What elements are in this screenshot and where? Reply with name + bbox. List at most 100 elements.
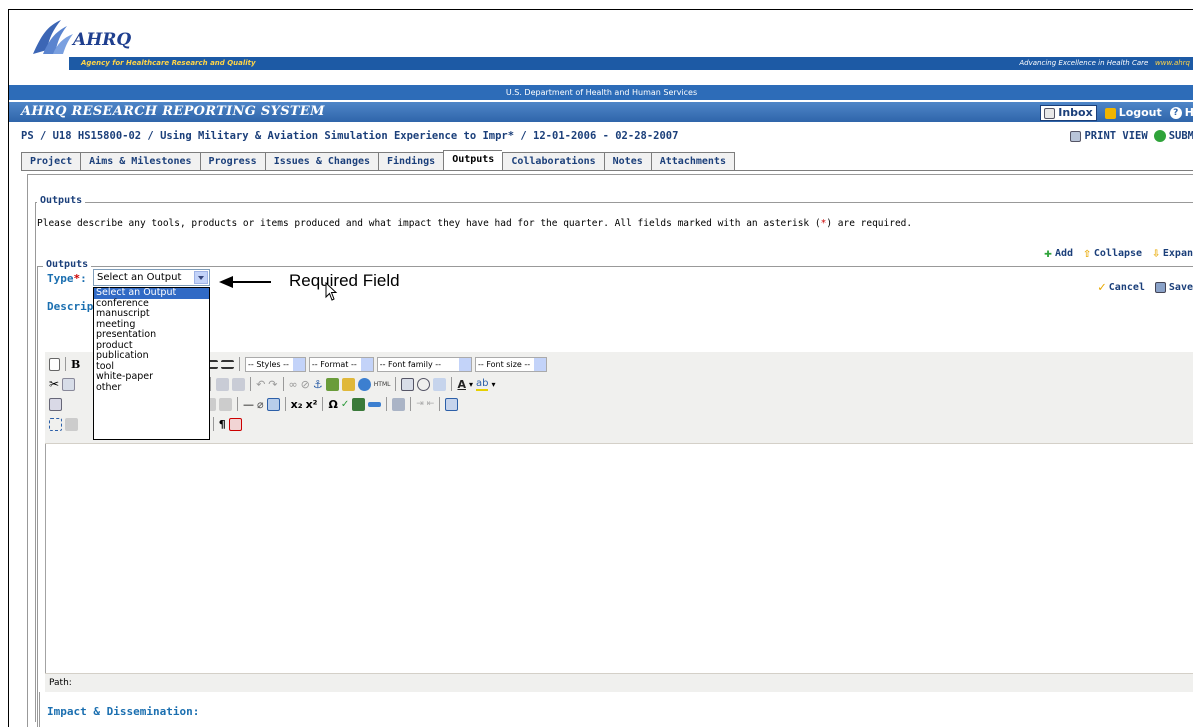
tab-progress[interactable]: Progress	[199, 152, 265, 171]
output-form-legend: Outputs	[43, 259, 92, 270]
add-button[interactable]: ✚ Add	[1044, 246, 1073, 261]
page-break-icon[interactable]	[368, 401, 382, 407]
link-icon[interactable]: ∞	[289, 378, 298, 391]
toolbar-separator	[410, 397, 412, 411]
help-link[interactable]: ? H	[1169, 103, 1193, 123]
tab-issues-changes[interactable]: Issues & Changes	[264, 152, 379, 171]
select-all-icon[interactable]	[49, 417, 62, 431]
highlight-color-icon[interactable]: ab	[476, 378, 489, 391]
superscript-icon[interactable]: x²	[306, 398, 318, 411]
layer-icon[interactable]	[65, 417, 78, 431]
type-select[interactable]: Select an Output	[93, 269, 210, 286]
tagline-url[interactable]: www.ahrq	[1155, 59, 1190, 67]
font-size-select[interactable]: -- Font size --	[475, 356, 548, 372]
output-form-legend-line	[37, 266, 1193, 267]
agency-name: Agency for Healthcare Research and Quali…	[81, 59, 256, 67]
toolbar-separator	[439, 397, 441, 411]
print-view-label: PRINT VIEW	[1084, 130, 1148, 142]
insert-date-icon[interactable]	[401, 377, 415, 391]
image-icon[interactable]	[325, 377, 339, 391]
expand-button[interactable]: ⇩ Expan	[1152, 246, 1193, 261]
collapse-button[interactable]: ⇧ Collapse	[1083, 246, 1142, 261]
anchor-icon[interactable]: ⚓	[313, 378, 323, 391]
print-view-link[interactable]: PRINT VIEW	[1070, 126, 1148, 146]
logout-link[interactable]: Logout	[1104, 103, 1162, 123]
indent-icon[interactable]	[232, 377, 246, 391]
tab-project[interactable]: Project	[21, 152, 81, 171]
table-icon[interactable]	[266, 397, 280, 411]
help-label: H	[1185, 103, 1193, 123]
toolbar-separator	[322, 397, 324, 411]
tab-collaborations[interactable]: Collaborations	[502, 152, 604, 171]
submit-link[interactable]: SUBM	[1153, 126, 1193, 146]
type-dropdown-list: Select an Output conference manuscript m…	[93, 287, 210, 440]
ltr-icon[interactable]: ⇥	[416, 399, 424, 409]
new-document-icon[interactable]	[49, 357, 60, 371]
table-col-icon[interactable]	[219, 397, 233, 411]
copy-icon[interactable]	[62, 377, 76, 391]
outdent-icon[interactable]	[216, 377, 230, 391]
align-justify-icon[interactable]	[221, 359, 234, 369]
dropdown-option[interactable]: publication	[94, 350, 209, 362]
format-select[interactable]: -- Format --	[308, 356, 374, 372]
tab-outputs[interactable]: Outputs	[443, 150, 503, 171]
spellcheck-icon[interactable]: ✓	[341, 399, 349, 410]
mouse-cursor-icon	[325, 282, 338, 301]
type-label: Type*:	[47, 272, 87, 285]
redo-icon[interactable]: ↷	[268, 378, 277, 391]
toolbar-row-1-left: B	[49, 355, 80, 373]
tab-findings[interactable]: Findings	[378, 152, 444, 171]
media-icon[interactable]	[352, 397, 366, 411]
annotation-arrow-line	[223, 281, 271, 283]
dropdown-option[interactable]: Select an Output	[94, 287, 209, 299]
instructions-pre: Please describe any tools, products or i…	[37, 218, 821, 229]
preview-icon[interactable]	[433, 377, 447, 391]
tab-attachments[interactable]: Attachments	[650, 152, 735, 171]
eraser-icon[interactable]: ⌀	[257, 398, 264, 411]
font-family-select[interactable]: -- Font family --	[376, 356, 473, 372]
pilcrow-icon[interactable]: ¶	[219, 418, 226, 431]
font-color-icon[interactable]: A	[457, 378, 466, 391]
unlink-icon[interactable]: ⊘	[301, 378, 310, 391]
toolbar-separator	[212, 417, 214, 431]
editor-toolbar: -- Styles -- -- Format -- -- Font family…	[45, 352, 1193, 444]
type-label-text: Type	[47, 272, 74, 285]
chevron-down-icon[interactable]	[194, 271, 208, 284]
cancel-button[interactable]: ✓ Cancel	[1098, 280, 1145, 295]
dropdown-option[interactable]: manuscript	[94, 308, 209, 320]
arrow-down-icon: ⇩	[1152, 246, 1160, 261]
help-editor-icon[interactable]	[357, 377, 371, 391]
type-select-value: Select an Output	[97, 272, 182, 283]
toolbar-separator	[210, 377, 212, 391]
rtl-icon[interactable]: ⇤	[427, 399, 435, 409]
hhs-bar[interactable]: U.S. Department of Health and Human Serv…	[9, 85, 1193, 100]
subscript-icon[interactable]: x₂	[291, 398, 303, 411]
dropdown-option[interactable]: white-paper	[94, 371, 209, 383]
chevron-down-icon[interactable]: ▾	[469, 380, 473, 389]
insert-time-icon[interactable]	[417, 377, 431, 391]
cleanup-icon[interactable]	[341, 377, 355, 391]
output-form-actions: ✓ Cancel Save	[1098, 280, 1193, 295]
omega-icon[interactable]: Ω	[328, 398, 337, 411]
edit-icon[interactable]	[49, 397, 62, 411]
cut-icon[interactable]: ✂	[49, 377, 59, 391]
print-icon[interactable]	[392, 397, 406, 411]
inbox-button[interactable]: Inbox	[1040, 105, 1097, 121]
paste-word-icon[interactable]	[228, 417, 242, 431]
tab-aims-milestones[interactable]: Aims & Milestones	[80, 152, 200, 171]
horizontal-rule-icon[interactable]: —	[243, 398, 254, 411]
fullscreen-icon[interactable]	[445, 397, 459, 411]
submit-label: SUBM	[1168, 130, 1193, 142]
save-button[interactable]: Save	[1154, 282, 1193, 293]
dropdown-option[interactable]: other	[94, 382, 209, 394]
chevron-down-icon[interactable]: ▾	[491, 380, 495, 389]
undo-icon[interactable]: ↶	[256, 378, 265, 391]
bold-icon[interactable]: B	[71, 358, 80, 371]
toolbar-row-1: -- Styles -- -- Format -- -- Font family…	[205, 355, 548, 373]
tab-notes[interactable]: Notes	[603, 152, 651, 171]
floppy-disk-icon	[1154, 282, 1166, 293]
html-icon[interactable]: HTML	[374, 381, 391, 388]
styles-select[interactable]: -- Styles --	[245, 356, 306, 372]
dropdown-option[interactable]: presentation	[94, 329, 209, 341]
inbox-icon	[1044, 107, 1056, 119]
